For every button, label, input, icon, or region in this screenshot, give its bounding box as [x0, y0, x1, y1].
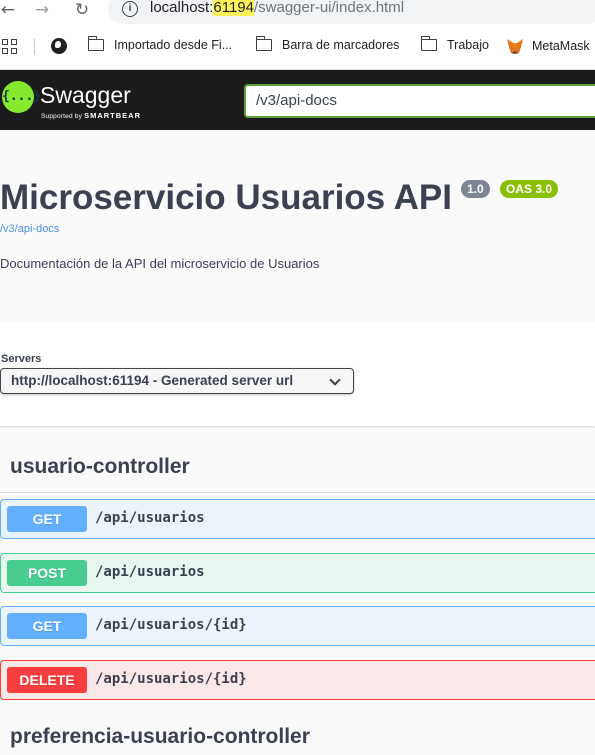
browser-toolbar: ← → ↻ i localhost:61194/swagger-ui/index… [0, 0, 595, 26]
swagger-logo-subtitle: Supported by SMARTBEAR [41, 111, 142, 120]
metamask-fox-icon [507, 39, 523, 54]
tag-heading-usuario-controller[interactable]: usuario-controller [10, 455, 190, 479]
servers-section: Servers http://localhost:61194 - Generat… [0, 322, 595, 426]
operation-path: /api/usuarios [95, 510, 205, 526]
site-info-icon[interactable]: i [122, 1, 138, 17]
url-path: /swagger-ui/index.html [253, 0, 405, 16]
opblock-get-usuario-by-id[interactable]: GET /api/usuarios/{id} [0, 606, 595, 646]
bookmarks-bar: Importado desde Fi... Barra de marcadore… [0, 26, 595, 70]
operation-path: /api/usuarios [95, 564, 205, 580]
globe-icon[interactable] [51, 38, 67, 54]
method-badge-get: GET [7, 506, 87, 532]
oas-badge: OAS 3.0 [500, 180, 559, 198]
api-title: Microservicio Usuarios API [0, 178, 452, 217]
url-text[interactable]: localhost:61194/swagger-ui/index.html [150, 0, 404, 16]
version-badge: 1.0 [461, 180, 490, 198]
back-arrow-icon[interactable]: ← [0, 0, 18, 20]
servers-label: Servers [1, 353, 42, 365]
chevron-down-icon [329, 374, 341, 386]
servers-selected-value: http://localhost:61194 - Generated serve… [11, 373, 294, 388]
method-badge-get: GET [7, 613, 87, 639]
folder-icon [255, 36, 272, 51]
bookmark-bar-folder[interactable]: Barra de marcadores [255, 36, 400, 52]
bookmark-trabajo-folder[interactable]: Trabajo [420, 36, 489, 52]
opblock-get-usuarios[interactable]: GET /api/usuarios [0, 499, 595, 539]
spec-link[interactable]: /v3/api-docs [0, 223, 59, 235]
swagger-logo-icon[interactable]: {...} [2, 81, 41, 113]
swagger-logo-text[interactable]: Swagger [40, 82, 131, 109]
url-port-highlight: 61194 [213, 0, 254, 16]
operation-path: /api/usuarios/{id} [95, 671, 247, 687]
tag-heading-preferencia-usuario-controller[interactable]: preferencia-usuario-controller [10, 725, 310, 749]
bookmark-label: Trabajo [447, 38, 489, 52]
bookmark-label: Barra de marcadores [282, 38, 400, 52]
bookmark-metamask[interactable]: MetaMask [506, 38, 590, 54]
operation-path: /api/usuarios/{id} [95, 617, 247, 633]
tag-divider [0, 492, 595, 493]
bookmark-label: Importado desde Fi... [114, 38, 233, 52]
servers-select[interactable]: http://localhost:61194 - Generated serve… [0, 368, 354, 394]
bookmark-label: MetaMask [532, 39, 590, 53]
folder-icon [87, 36, 104, 51]
bookmarks-separator [34, 39, 35, 55]
apps-grid-icon[interactable] [2, 39, 17, 54]
forward-arrow-icon[interactable]: → [32, 0, 52, 20]
opblock-delete-usuario-by-id[interactable]: DELETE /api/usuarios/{id} [0, 660, 595, 700]
url-host: localhost: [150, 0, 214, 16]
opblock-post-usuarios[interactable]: POST /api/usuarios [0, 553, 595, 593]
swagger-topbar: {...} Swagger Supported by SMARTBEAR /v3… [0, 70, 595, 130]
api-info-section: Microservicio Usuarios API 1.0 OAS 3.0 /… [0, 130, 595, 322]
spec-url-input[interactable]: /v3/api-docs [244, 84, 595, 118]
folder-icon [420, 36, 437, 51]
method-badge-delete: DELETE [7, 667, 87, 693]
bookmark-imported-folder[interactable]: Importado desde Fi... [87, 36, 233, 52]
api-description: Documentación de la API del microservici… [0, 256, 320, 271]
method-badge-post: POST [7, 560, 87, 586]
reload-icon[interactable]: ↻ [72, 0, 92, 20]
